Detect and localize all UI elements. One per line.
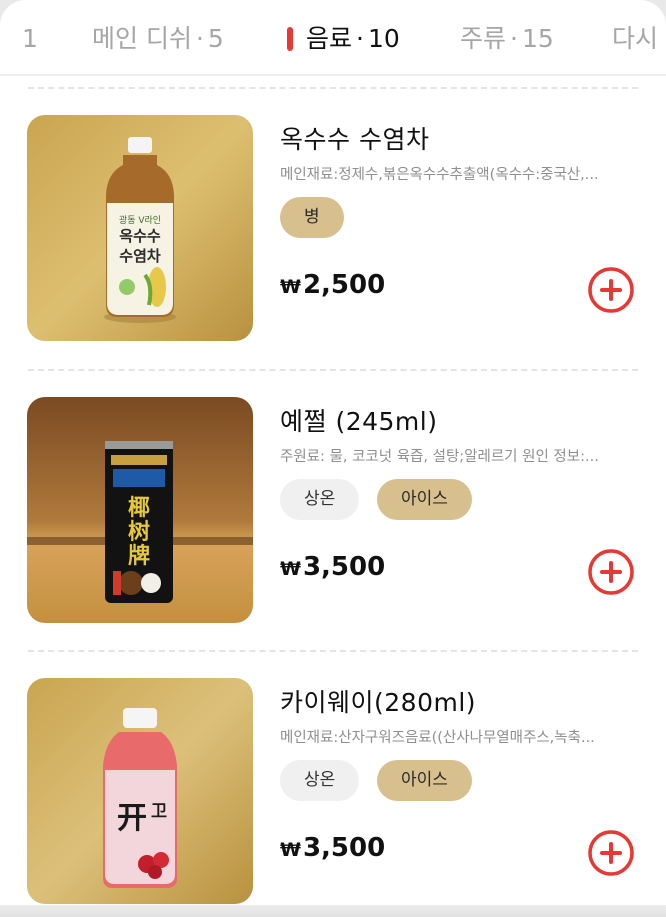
bottom-edge bbox=[0, 905, 666, 917]
add-circle-icon bbox=[588, 267, 634, 313]
option-chip-bottle[interactable]: 병 bbox=[280, 197, 344, 238]
svg-text:开: 开 bbox=[117, 801, 147, 836]
tab-label: 다시 bbox=[612, 24, 659, 53]
dashed-divider bbox=[28, 650, 638, 652]
tab-label: 음료 bbox=[306, 24, 353, 53]
currency-symbol: ₩ bbox=[280, 839, 301, 861]
option-chip-ice[interactable]: 아이스 bbox=[377, 760, 472, 801]
item-description: 메인재료:산자구워즈음료((산사나무열매주스,녹축... bbox=[280, 730, 595, 746]
product-image-corn-silk-tea: 광동 V라인 옥수수 수염차 bbox=[27, 115, 253, 341]
menu-item[interactable]: 椰 树 牌 예쩔 (245ml) 주원료: 물, 코코넛 육즙, 설탕;알레르기… bbox=[0, 369, 666, 651]
tab-count: 5 bbox=[207, 24, 224, 53]
price-value: 3,500 bbox=[302, 833, 386, 863]
currency-symbol: ₩ bbox=[280, 276, 301, 298]
tab-count: 15 bbox=[521, 24, 554, 53]
product-image-coconut-juice: 椰 树 牌 bbox=[27, 397, 253, 623]
option-chip-room-temp[interactable]: 상온 bbox=[280, 479, 360, 520]
tab-label: 메인 디쉬 bbox=[92, 24, 192, 53]
item-name: 옥수수 수염차 bbox=[280, 125, 430, 154]
item-price: ₩3,500 bbox=[280, 833, 385, 863]
svg-text:椰: 椰 bbox=[128, 496, 150, 521]
tab-separator: · bbox=[510, 24, 518, 53]
tab-separator: · bbox=[356, 24, 364, 53]
product-image-hawthorn-drink: 开 卫 bbox=[27, 678, 253, 904]
item-price: ₩3,500 bbox=[280, 552, 385, 582]
active-tab-indicator bbox=[287, 27, 293, 51]
price-value: 2,500 bbox=[302, 270, 386, 300]
category-tab-bar: 1 메인 디쉬 · 5 음료 · 10 주류 · 15 다시 bbox=[0, 0, 666, 76]
option-chip-ice[interactable]: 아이스 bbox=[377, 479, 472, 520]
add-circle-icon bbox=[588, 830, 634, 876]
svg-text:树: 树 bbox=[128, 519, 150, 545]
menu-item[interactable]: 开 卫 카이웨이(280ml) 메인재료:산자구워즈음료((산사나무열매주스,녹… bbox=[0, 650, 666, 917]
tab-count: 10 bbox=[367, 24, 400, 53]
add-to-cart-button[interactable] bbox=[586, 547, 636, 597]
tab-partial-left[interactable]: 1 bbox=[22, 22, 38, 56]
tab-alcohol[interactable]: 주류 · 15 bbox=[460, 22, 554, 56]
add-to-cart-button[interactable] bbox=[586, 828, 636, 878]
tab-partial-right[interactable]: 다시 bbox=[612, 22, 658, 56]
item-description: 주원료: 물, 코코넛 육즙, 설탕;알레르기 원인 정보:... bbox=[280, 449, 599, 465]
svg-text:수염차: 수염차 bbox=[119, 247, 161, 265]
item-name: 예쩔 (245ml) bbox=[280, 407, 438, 436]
item-description: 메인재료:정제수,볶은옥수수추출액(옥수수:중국산,... bbox=[280, 167, 599, 183]
add-circle-icon bbox=[588, 549, 634, 595]
svg-text:광동 V라인: 광동 V라인 bbox=[119, 214, 161, 226]
tab-label: 주류 bbox=[460, 24, 507, 53]
currency-symbol: ₩ bbox=[280, 558, 301, 580]
app-frame: 1 메인 디쉬 · 5 음료 · 10 주류 · 15 다시 광동 V라인 옥수… bbox=[0, 0, 666, 917]
svg-text:옥수수: 옥수수 bbox=[119, 227, 161, 245]
svg-text:卫: 卫 bbox=[151, 801, 167, 820]
price-value: 3,500 bbox=[302, 552, 386, 582]
tab-separator: · bbox=[195, 24, 204, 53]
option-chip-room-temp[interactable]: 상온 bbox=[280, 760, 360, 801]
svg-text:牌: 牌 bbox=[128, 543, 150, 569]
dashed-divider bbox=[28, 87, 638, 89]
tab-main-dish[interactable]: 메인 디쉬 · 5 bbox=[92, 22, 224, 56]
item-name: 카이웨이(280ml) bbox=[280, 688, 477, 717]
item-price: ₩2,500 bbox=[280, 270, 385, 300]
dashed-divider bbox=[28, 369, 638, 371]
tab-beverages[interactable]: 음료 · 10 bbox=[306, 22, 400, 56]
menu-item[interactable]: 광동 V라인 옥수수 수염차 옥수수 수염차 메인재료:정제수,볶은옥수수추출액… bbox=[0, 87, 666, 369]
add-to-cart-button[interactable] bbox=[586, 265, 636, 315]
tab-label: 1 bbox=[22, 24, 38, 53]
